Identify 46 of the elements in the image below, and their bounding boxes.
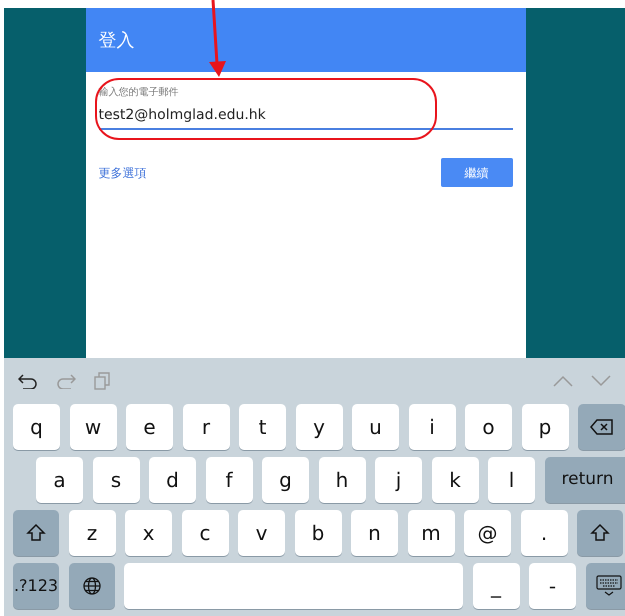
key[interactable]: c [182, 510, 228, 556]
key[interactable]: z [68, 510, 116, 556]
key[interactable]: n [351, 510, 398, 556]
key[interactable]: j [375, 457, 422, 503]
key[interactable]: . [520, 510, 568, 556]
key[interactable]: x [125, 510, 172, 556]
key[interactable]: i [408, 404, 456, 450]
undo-icon[interactable] [18, 373, 38, 389]
key[interactable]: - [529, 563, 576, 609]
numbers-key[interactable]: .?123 [13, 563, 59, 609]
shift-key[interactable] [13, 510, 59, 556]
globe-key[interactable] [68, 563, 114, 609]
key[interactable]: g [262, 457, 309, 503]
email-input[interactable]: test2@holmglad.edu.hk [98, 105, 512, 126]
key[interactable]: s [92, 457, 140, 503]
key[interactable]: b [294, 510, 342, 556]
backspace-key[interactable] [578, 404, 625, 450]
key[interactable]: w [70, 404, 116, 450]
key[interactable]: l [488, 457, 535, 503]
key[interactable]: m [408, 510, 454, 556]
key[interactable]: @ [464, 510, 511, 556]
globe-icon [82, 576, 102, 596]
key[interactable]: d [149, 457, 196, 503]
backspace-icon [590, 419, 614, 435]
return-key[interactable]: return [544, 457, 625, 503]
key[interactable]: f [206, 457, 252, 503]
key[interactable]: o [465, 404, 512, 450]
key[interactable]: u [352, 404, 399, 450]
more-options-link[interactable]: 更多選項 [98, 164, 146, 182]
keyboard-icon [596, 575, 622, 597]
key[interactable]: r [182, 404, 230, 450]
shift-icon [26, 523, 46, 543]
key[interactable]: k [432, 457, 478, 503]
key[interactable]: e [126, 404, 173, 450]
key[interactable]: a [36, 457, 83, 503]
key[interactable]: p [522, 404, 568, 450]
hide-keyboard-key[interactable] [586, 563, 625, 609]
shift-key[interactable] [577, 510, 623, 556]
key[interactable]: v [238, 510, 285, 556]
dialog-title: 登入 [98, 28, 134, 52]
key[interactable]: h [318, 457, 366, 503]
key[interactable]: q [13, 404, 60, 450]
key[interactable]: t [239, 404, 286, 450]
key[interactable]: _ [472, 563, 520, 609]
key[interactable]: y [296, 404, 342, 450]
shift-icon [590, 523, 610, 543]
